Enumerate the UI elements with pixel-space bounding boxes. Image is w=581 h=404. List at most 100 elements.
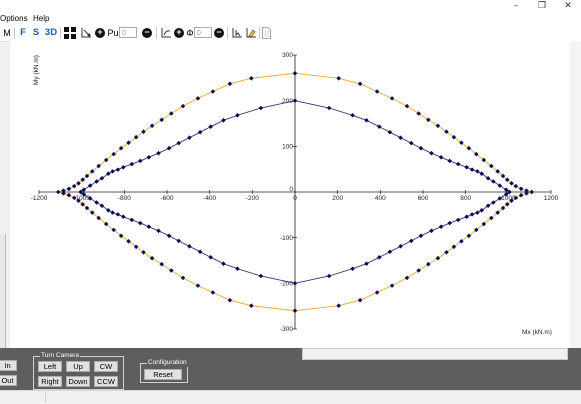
data-point	[377, 255, 382, 260]
x-tick-label: 200	[332, 195, 343, 202]
f-button[interactable]: F	[18, 26, 28, 40]
data-point	[426, 261, 431, 267]
data-point	[398, 244, 403, 249]
camera-ccw-button[interactable]: CCW	[94, 376, 118, 387]
x-tick-label: -1200	[31, 195, 48, 202]
phi-label: Φ	[186, 28, 194, 38]
data-point	[146, 224, 152, 229]
data-point	[357, 297, 363, 303]
data-point	[336, 76, 341, 81]
data-point	[166, 233, 172, 239]
pointer-axis-icon[interactable]	[230, 26, 243, 40]
data-point	[129, 217, 135, 223]
x-tick-label: 0	[293, 195, 297, 202]
data-point	[180, 275, 186, 281]
data-point	[389, 283, 395, 288]
data-point	[195, 283, 201, 288]
s-button[interactable]: S	[31, 26, 41, 40]
camera-right-button[interactable]: Right	[38, 376, 62, 387]
data-point	[227, 297, 233, 303]
data-point	[409, 140, 414, 146]
document-icon[interactable]	[261, 26, 271, 40]
x-tick-label: -600	[160, 195, 173, 202]
view-3d-button[interactable]: 3D	[44, 26, 58, 40]
horizontal-scrollbar[interactable]	[302, 348, 568, 360]
data-point	[377, 124, 382, 129]
data-point	[235, 113, 240, 118]
decrease-phi-button[interactable]: −	[214, 28, 224, 38]
decrease-pu-button[interactable]: −	[142, 28, 152, 38]
data-point	[71, 183, 77, 189]
camera-up-button[interactable]: Up	[66, 361, 90, 372]
x-tick-label: -400	[203, 195, 216, 202]
pu-input[interactable]: 0	[119, 27, 137, 38]
y-tick-label: -100	[280, 235, 293, 242]
camera-cw-button[interactable]: CW	[94, 361, 118, 372]
toolbar-separator	[227, 27, 228, 39]
reset-button[interactable]: Reset	[144, 369, 182, 380]
axes: -1200 -100 0 -800 -600 -400 -200 0 200 400 600 800 1…	[31, 52, 559, 333]
phi-input[interactable]: 0	[194, 27, 212, 38]
data-point	[398, 135, 403, 140]
increase-phi-button[interactable]: +	[174, 28, 184, 38]
zoom-out-button[interactable]: Out	[0, 375, 17, 386]
toolbar-separator	[14, 27, 15, 39]
rotate-axis-icon[interactable]	[159, 26, 172, 40]
menu-help[interactable]: Help	[31, 13, 51, 24]
zoom-in-button[interactable]: In	[0, 360, 17, 371]
increase-pu-button[interactable]: +	[95, 28, 105, 38]
minimize-icon[interactable]: –	[503, 0, 529, 12]
data-point	[55, 189, 61, 195]
data-point	[389, 96, 395, 101]
m-button[interactable]: M	[2, 26, 12, 40]
data-point	[350, 266, 355, 271]
camera-down-button[interactable]: Down	[66, 376, 90, 387]
y-tick-label: 300	[282, 52, 293, 59]
data-point	[249, 303, 254, 308]
menu-options[interactable]: Options	[0, 13, 30, 24]
interaction-diagram: -1200 -100 0 -800 -600 -400 -200 0 200 400 600 800 1…	[31, 52, 559, 336]
data-point	[447, 220, 452, 226]
chart-area: -1200 -100 0 -800 -600 -400 -200 0 200 400 600 800 1…	[10, 41, 570, 348]
y-tick-label: -300	[280, 326, 293, 333]
data-point	[326, 273, 332, 279]
turn-camera-group: Turn Camera Left Up CW Right Down CCW	[33, 352, 124, 390]
data-point	[469, 167, 475, 172]
close-icon[interactable]: ✕	[555, 0, 581, 12]
left-panel-edge	[0, 234, 6, 348]
data-point	[336, 303, 341, 308]
data-point	[357, 81, 363, 87]
x-tick-label: 800	[460, 195, 471, 202]
data-point	[176, 140, 181, 146]
data-point	[129, 161, 135, 167]
maximize-icon[interactable]: ❐	[529, 0, 555, 12]
highlight-axis-icon[interactable]	[244, 26, 257, 40]
data-point	[404, 275, 410, 281]
data-point	[210, 290, 216, 295]
x-tick-label: 1200	[544, 195, 559, 202]
data-point	[429, 150, 434, 156]
data-point	[418, 233, 424, 239]
camera-left-button[interactable]: Left	[38, 361, 62, 372]
data-point	[364, 261, 369, 266]
data-point	[159, 261, 164, 267]
data-point	[169, 111, 174, 116]
data-point	[210, 89, 216, 94]
data-point	[187, 244, 192, 249]
data-point	[409, 238, 414, 244]
toolbar-separator	[259, 27, 260, 39]
status-cell	[0, 393, 46, 402]
data-point	[475, 210, 480, 215]
data-point	[455, 161, 461, 167]
status-bar	[0, 390, 581, 404]
grid-icon[interactable]	[63, 26, 76, 40]
data-point	[121, 165, 126, 170]
data-point	[156, 150, 161, 156]
vertical-scrollbar[interactable]	[570, 41, 581, 348]
data-point	[438, 224, 444, 229]
configuration-title: Configuration	[147, 359, 188, 367]
data-point	[221, 118, 226, 123]
axis-select-icon[interactable]	[79, 26, 93, 40]
y-tick-label: 0	[289, 186, 293, 193]
data-point	[475, 169, 480, 174]
